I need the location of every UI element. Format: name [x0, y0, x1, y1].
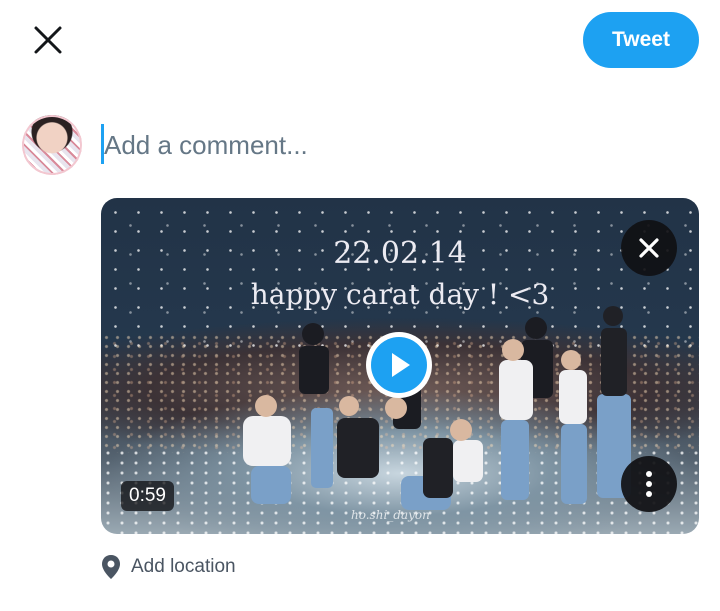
add-location-button[interactable]: Add location	[101, 552, 236, 582]
video-duration: 0:59	[121, 481, 174, 511]
group-of-people-image	[243, 306, 631, 510]
remove-media-button[interactable]	[621, 220, 677, 276]
play-button-inner	[371, 337, 427, 393]
video-overlay-caption: happy carat day ! <3	[250, 278, 550, 311]
close-icon	[34, 26, 62, 54]
comment-input[interactable]	[100, 122, 660, 168]
close-button[interactable]	[24, 18, 72, 62]
play-icon	[392, 353, 410, 377]
close-icon	[639, 238, 659, 258]
location-pin-icon	[102, 555, 120, 579]
more-vertical-icon	[646, 471, 652, 497]
play-button[interactable]	[366, 332, 432, 398]
video-overlay-date: 22.02.14	[333, 236, 467, 271]
media-more-button[interactable]	[621, 456, 677, 512]
add-location-label: Add location	[131, 556, 236, 577]
video-watermark: ho.shi_dayon	[351, 508, 430, 522]
video-attachment[interactable]: 22.02.14 happy carat day ! <3 ho.shi_day…	[101, 198, 699, 534]
tweet-button[interactable]: Tweet	[583, 12, 699, 68]
avatar	[22, 115, 82, 175]
